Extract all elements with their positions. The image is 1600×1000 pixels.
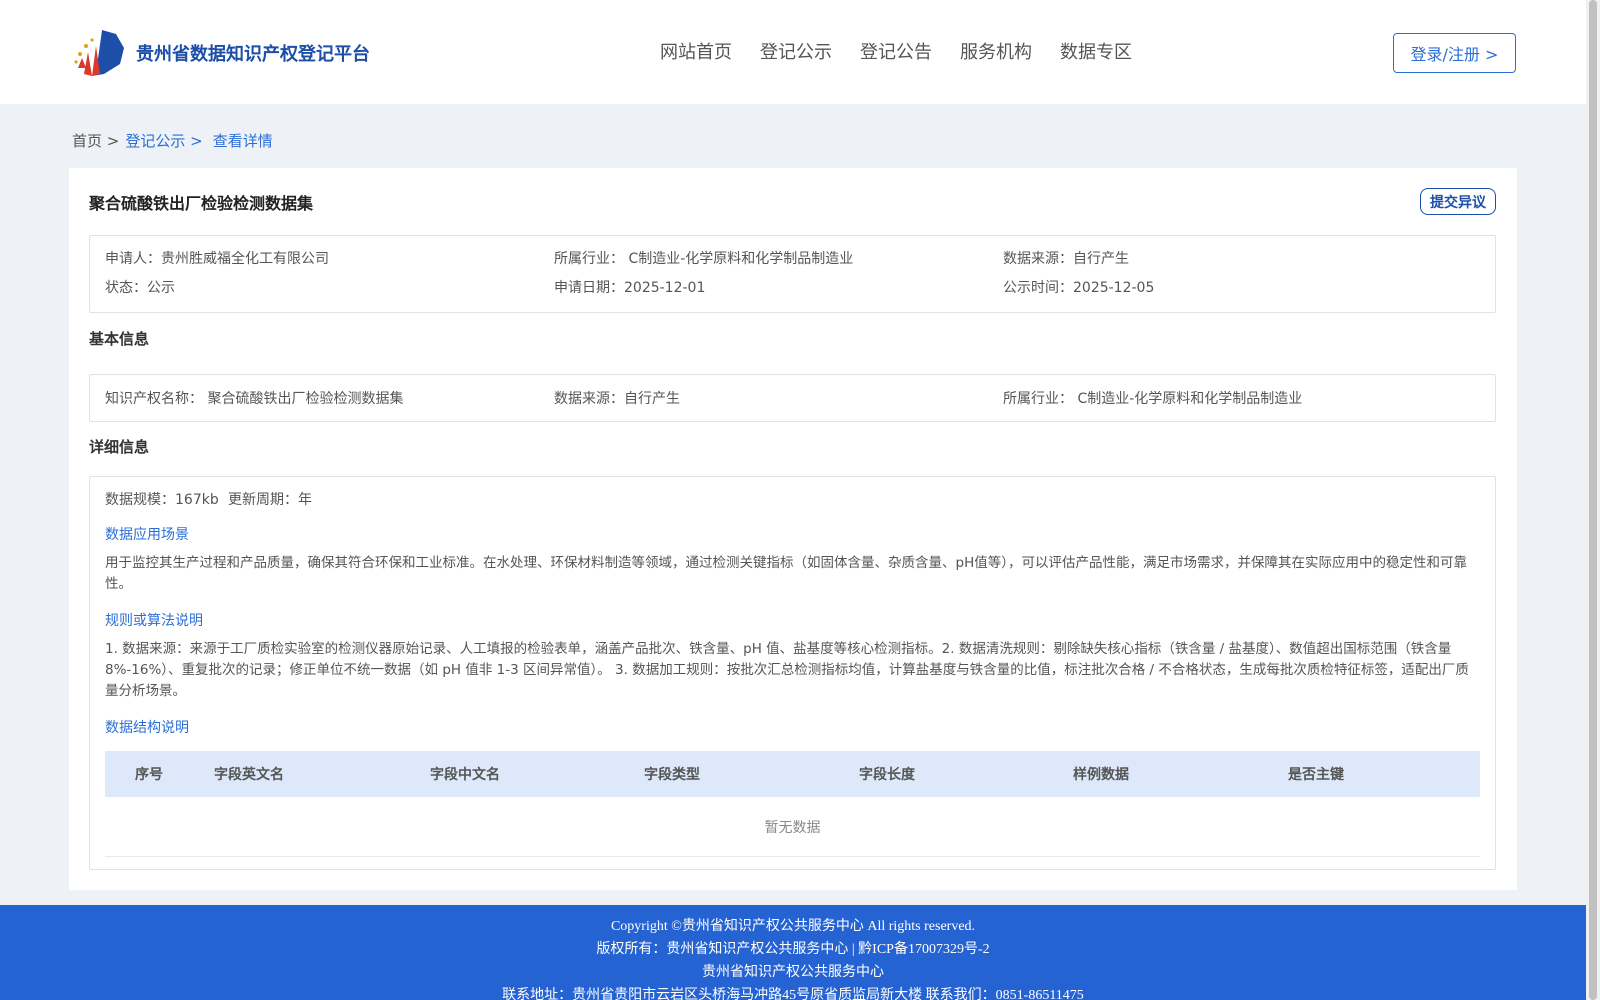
apply-date-value: 2025-12-01 (624, 280, 706, 296)
detail-info-box: 数据规模：167kb 更新周期：年 数据应用场景 用于监控其生产过程和产品质量，… (89, 476, 1496, 870)
publish-date-label: 公示时间： (1003, 280, 1073, 296)
scenario-heading: 数据应用场景 (105, 527, 189, 543)
basic-info-heading: 基本信息 (89, 330, 150, 348)
summary-box: 申请人：贵州胜威福全化工有限公司 所属行业： C制造业-化学原料和化学制品制造业… (89, 235, 1496, 313)
source-field: 数据来源：自行产生 (1003, 248, 1129, 268)
cycle-value: 年 (298, 492, 312, 508)
submit-objection-button[interactable]: 提交异议 (1420, 188, 1496, 215)
site-header: 贵州省数据知识产权登记平台 网站首页 登记公示 登记公告 服务机构 数据专区 登… (0, 0, 1586, 104)
source-value: 自行产生 (1073, 251, 1129, 267)
basic-industry-value: C制造业-化学原料和化学制品制造业 (1077, 391, 1303, 407)
applicant-field: 申请人：贵州胜威福全化工有限公司 (105, 248, 329, 268)
logo-text: 贵州省数据知识产权登记平台 (136, 44, 370, 65)
detail-card: 聚合硫酸铁出厂检验检测数据集 提交异议 申请人：贵州胜威福全化工有限公司 所属行… (69, 168, 1517, 890)
breadcrumb: 首页 > 登记公示 > 查看详情 (72, 130, 279, 151)
nav-registration-announcement[interactable]: 登记公告 (860, 38, 932, 64)
industry-field: 所属行业： C制造业-化学原料和化学制品制造业 (554, 248, 853, 268)
th-field-type: 字段类型 (644, 767, 700, 783)
footer-organization: 贵州省知识产权公共服务中心 (702, 965, 884, 980)
th-primary-key: 是否主键 (1288, 767, 1344, 783)
ip-name-field: 知识产权名称： 聚合硫酸铁出厂检验检测数据集 (105, 388, 403, 408)
publish-date-field: 公示时间：2025-12-05 (1003, 277, 1154, 297)
basic-source-value: 自行产生 (624, 391, 680, 407)
th-english-name: 字段英文名 (214, 767, 284, 783)
breadcrumb-home[interactable]: 首页 > (72, 130, 119, 151)
site-footer: Copyright ©贵州省知识产权公共服务中心 All rights rese… (0, 905, 1586, 1000)
page-scrollbar[interactable] (1586, 0, 1600, 1000)
footer-contact: 联系地址：贵州省贵阳市云岩区头桥海马冲路45号原省质监局新大楼 联系我们：085… (502, 988, 1084, 1000)
th-index: 序号 (135, 767, 163, 783)
publish-date-value: 2025-12-05 (1073, 280, 1155, 296)
scale-value: 167kb (175, 492, 219, 508)
th-chinese-name: 字段中文名 (430, 767, 500, 783)
industry-value: C制造业-化学原料和化学制品制造业 (628, 251, 854, 267)
nav-home[interactable]: 网站首页 (660, 38, 732, 64)
scale-label: 数据规模： (105, 492, 175, 508)
ip-name-value: 聚合硫酸铁出厂检验检测数据集 (207, 391, 404, 407)
page-title: 聚合硫酸铁出厂检验检测数据集 (89, 194, 314, 213)
basic-info-box: 知识产权名称： 聚合硫酸铁出厂检验检测数据集 数据来源：自行产生 所属行业： C… (89, 374, 1496, 422)
th-sample-data: 样例数据 (1073, 767, 1129, 783)
rules-heading: 规则或算法说明 (105, 613, 203, 629)
breadcrumb-list[interactable]: 登记公示 > (125, 130, 202, 151)
status-field: 状态：公示 (105, 277, 175, 297)
scenario-text: 用于监控其生产过程和产品质量，确保其符合环保和工业标准。在水处理、环保材料制造等… (105, 555, 1467, 592)
detail-info-heading: 详细信息 (89, 438, 150, 456)
nav-service-agencies[interactable]: 服务机构 (960, 38, 1032, 64)
structure-heading: 数据结构说明 (105, 720, 189, 736)
applicant-value: 贵州胜威福全化工有限公司 (161, 251, 329, 267)
breadcrumb-current: 查看详情 (212, 132, 273, 150)
structure-table: 序号 字段英文名 字段中文名 字段类型 字段长度 样例数据 是否主键 暂无数据 (105, 751, 1480, 857)
applicant-label: 申请人： (105, 251, 161, 267)
scale-field: 数据规模：167kb (105, 489, 219, 509)
logo-emblem-icon (72, 28, 130, 78)
table-empty-state: 暂无数据 (105, 797, 1480, 857)
scrollbar-thumb[interactable] (1589, 0, 1597, 1000)
table-header-row: 序号 字段英文名 字段中文名 字段类型 字段长度 样例数据 是否主键 (105, 751, 1480, 797)
source-label: 数据来源： (1003, 251, 1073, 267)
basic-industry-label: 所属行业： (1003, 391, 1073, 407)
basic-source-field: 数据来源：自行产生 (554, 388, 680, 408)
apply-date-field: 申请日期：2025-12-01 (554, 277, 705, 297)
status-label: 状态： (105, 280, 147, 296)
cycle-field: 更新周期：年 (228, 489, 312, 509)
rules-text: 1. 数据来源：来源于工厂质检实验室的检测仪器原始记录、人工填报的检验表单，涵盖… (105, 641, 1469, 699)
cycle-label: 更新周期： (228, 492, 298, 508)
ip-name-label: 知识产权名称： (105, 391, 203, 407)
nav-data-zone[interactable]: 数据专区 (1060, 38, 1132, 64)
basic-industry-field: 所属行业： C制造业-化学原料和化学制品制造业 (1003, 388, 1302, 408)
apply-date-label: 申请日期： (554, 280, 624, 296)
status-value: 公示 (147, 280, 175, 296)
main-nav: 网站首页 登记公示 登记公告 服务机构 数据专区 (660, 38, 1160, 64)
basic-source-label: 数据来源： (554, 391, 624, 407)
nav-registration-publicity[interactable]: 登记公示 (760, 38, 832, 64)
industry-label: 所属行业： (554, 251, 624, 267)
th-field-length: 字段长度 (859, 767, 915, 783)
footer-copyright: Copyright ©贵州省知识产权公共服务中心 All rights rese… (610, 919, 976, 934)
footer-rights: 版权所有：贵州省知识产权公共服务中心 | 黔ICP备17007329号-2 (596, 942, 990, 957)
login-register-button[interactable]: 登录/注册 > (1393, 33, 1516, 73)
site-logo[interactable]: 贵州省数据知识产权登记平台 (72, 28, 370, 78)
